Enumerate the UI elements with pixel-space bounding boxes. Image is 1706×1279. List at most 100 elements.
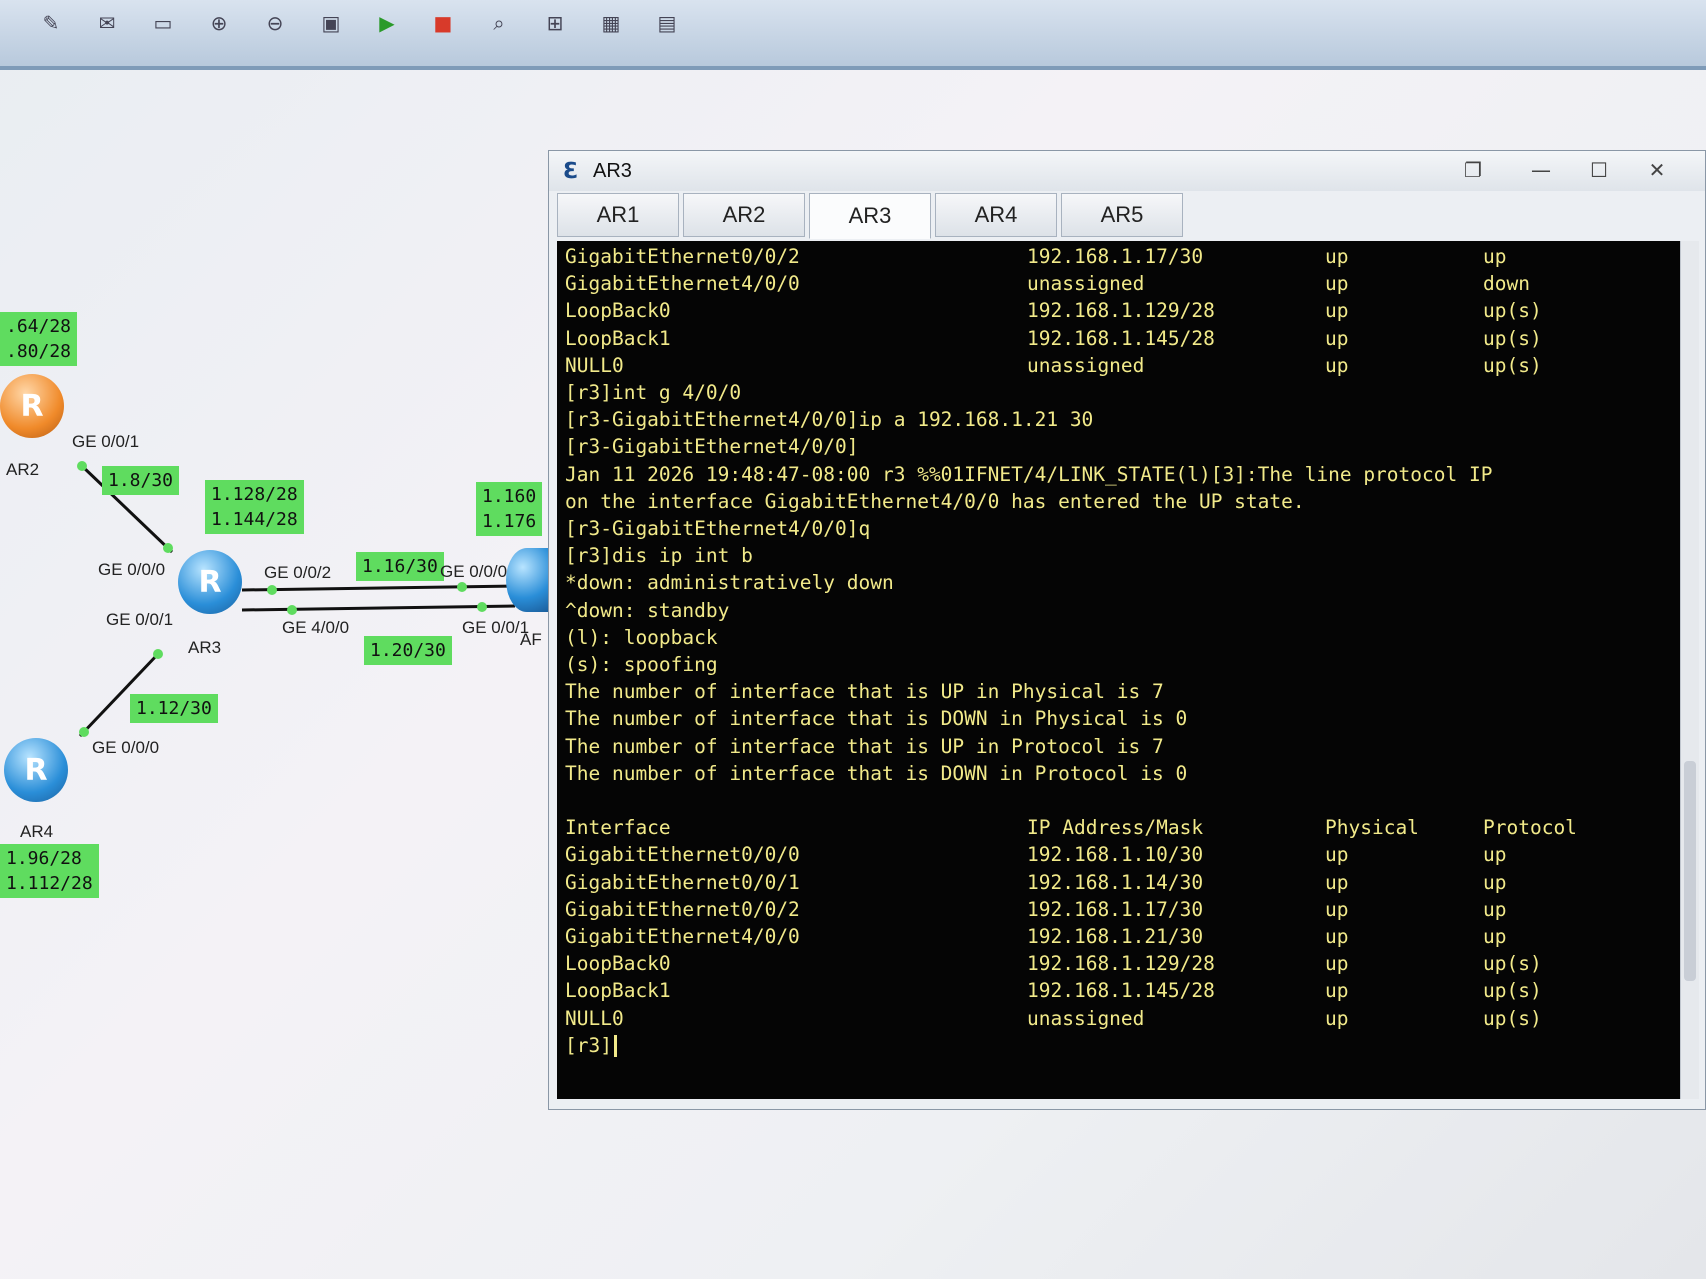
table-cell: GigabitEthernet0/0/2 <box>565 897 800 921</box>
table-cell: up <box>1325 353 1349 377</box>
tab-ar3[interactable]: AR3 <box>809 193 931 239</box>
restore-icon[interactable]: ❐ <box>1449 155 1497 185</box>
table-cell: GigabitEthernet4/0/0 <box>565 272 800 296</box>
comment-icon[interactable]: ✉ <box>92 8 122 38</box>
terminal-line: *down: administratively down <box>565 571 894 595</box>
net-label: 1.96/28 <box>6 848 82 869</box>
table-cell: Protocol <box>1483 816 1577 840</box>
scrollbar-thumb[interactable] <box>1684 761 1696 981</box>
ar3-loopback-nets: 1.128/28 1.144/28 <box>205 480 304 534</box>
router-ar2-label: AR2 <box>6 460 40 479</box>
net-label: 1.176 <box>482 511 537 532</box>
router-ar3-label: AR3 <box>188 638 222 657</box>
table-cell: NULL0 <box>565 353 624 377</box>
table-cell: 192.168.1.17/30 <box>1027 245 1204 268</box>
table-cell: up <box>1483 245 1507 268</box>
topology-canvas[interactable]: .64/28 .80/28 R AR2 GE 0/0/1 1.8/30 1.12… <box>0 74 560 1279</box>
table-cell: IP Address/Mask <box>1027 816 1204 840</box>
net-label: 1.128/28 <box>211 484 298 505</box>
tab-ar1[interactable]: AR1 <box>557 193 679 237</box>
table-cell: unassigned <box>1027 272 1145 296</box>
port-label: GE 0/0/2 <box>264 563 332 582</box>
terminal-line: [r3]int g 4/0/0 <box>565 381 742 404</box>
console-icon[interactable]: ▤ <box>652 8 682 38</box>
router-ar5-label: AF <box>520 630 542 649</box>
table-cell: up <box>1483 925 1507 948</box>
table-cell: LoopBack1 <box>565 979 671 1003</box>
table-cell: up(s) <box>1483 299 1542 323</box>
rectangle-icon[interactable]: ▭ <box>148 8 178 38</box>
table-cell: up <box>1483 843 1507 867</box>
table-cell: up <box>1325 245 1349 268</box>
console-app-icon: ℇ <box>563 159 577 184</box>
table-cell: up <box>1483 897 1507 921</box>
terminal-scrollbar[interactable] <box>1680 241 1699 1099</box>
close-icon[interactable]: ✕ <box>1633 155 1681 185</box>
start-icon[interactable]: ▶ <box>372 8 402 38</box>
main-toolbar: ✎ ✉ ▭ ⊕ ⊖ ▣ ▶ ■ ⌕ ⊞ ▦ ▤ <box>0 0 1706 70</box>
text-cursor <box>613 1035 617 1058</box>
router-ar5-icon[interactable] <box>506 548 548 612</box>
topology-icon[interactable]: ⊞ <box>540 8 570 38</box>
table-cell: up <box>1325 870 1349 894</box>
console-tabs: AR1 AR2 AR3 AR4 AR5 <box>557 193 1705 239</box>
tab-ar2[interactable]: AR2 <box>683 193 805 237</box>
zoom-in-icon[interactable]: ⊕ <box>204 8 234 38</box>
table-cell: 192.168.1.17/30 <box>1027 897 1204 921</box>
table-cell: 192.168.1.145/28 <box>1027 326 1215 350</box>
terminal-line: (s): spoofing <box>565 653 718 676</box>
router-ar4-icon[interactable]: R <box>4 738 68 802</box>
table-cell: GigabitEthernet0/0/1 <box>565 870 800 894</box>
table-cell: GigabitEthernet0/0/0 <box>565 843 800 867</box>
table-cell: up <box>1325 843 1349 867</box>
link-net-label: 1.12/30 <box>130 694 218 723</box>
router-ar2-icon[interactable]: R <box>0 374 64 438</box>
table-cell: 192.168.1.129/28 <box>1027 952 1215 976</box>
topology-links <box>77 461 516 738</box>
table-cell: up <box>1325 952 1349 976</box>
minimize-icon[interactable]: — <box>1517 155 1565 185</box>
terminal-line: [r3-GigabitEthernet4/0/0] <box>565 435 859 459</box>
table-cell: up(s) <box>1483 353 1542 377</box>
maximize-icon[interactable]: ☐ <box>1575 155 1623 185</box>
table-cell: unassigned <box>1027 353 1145 377</box>
tab-ar4[interactable]: AR4 <box>935 193 1057 237</box>
table-cell: up(s) <box>1483 952 1542 976</box>
port-label: GE 0/0/1 <box>106 610 174 629</box>
console-titlebar[interactable]: ℇ AR3 ❐ — ☐ ✕ <box>549 151 1705 191</box>
terminal-line: on the interface GigabitEthernet4/0/0 ha… <box>565 489 1305 513</box>
stop-icon[interactable]: ■ <box>428 8 458 38</box>
table-cell: 192.168.1.10/30 <box>1027 843 1204 867</box>
ar2-loopback-nets: .64/28 .80/28 <box>0 312 78 366</box>
fit-icon[interactable]: ▣ <box>316 8 346 38</box>
table-cell: Interface <box>565 816 671 840</box>
zoom-out-icon[interactable]: ⊖ <box>260 8 290 38</box>
table-cell: up <box>1325 326 1349 350</box>
delete-icon[interactable]: ✎ <box>36 8 66 38</box>
net-label: 1.144/28 <box>211 509 298 530</box>
terminal-line: [r3]dis ip int b <box>565 544 753 568</box>
capture-icon[interactable]: ⌕ <box>484 8 514 38</box>
table-cell: LoopBack1 <box>565 326 671 350</box>
table-cell: 192.168.1.14/30 <box>1027 870 1204 894</box>
table-cell: down <box>1483 272 1530 296</box>
tab-ar5[interactable]: AR5 <box>1061 193 1183 237</box>
grid-icon[interactable]: ▦ <box>596 8 626 38</box>
table-cell: LoopBack0 <box>565 299 671 323</box>
table-cell: up <box>1325 897 1349 921</box>
ar4-loopback-nets: 1.96/28 1.112/28 <box>0 844 99 898</box>
table-cell: 192.168.1.21/30 <box>1027 925 1204 948</box>
table-cell: up <box>1325 979 1349 1003</box>
router-ar4-label: AR4 <box>20 822 54 841</box>
port-label: GE 0/0/0 <box>92 738 160 757</box>
ar5-loopback-nets: 1.160 1.176 <box>476 482 543 536</box>
table-cell: Physical <box>1325 816 1419 840</box>
port-label: GE 0/0/0 <box>440 562 508 581</box>
terminal-output[interactable]: GigabitEthernet0/0/2 192.168.1.17/30 up up G… <box>557 241 1681 1099</box>
table-cell: 192.168.1.145/28 <box>1027 979 1215 1003</box>
router-ar3-icon[interactable]: R <box>178 550 242 614</box>
terminal-line: ^down: standby <box>565 598 730 622</box>
terminal-line: [r3-GigabitEthernet4/0/0]q <box>565 517 871 540</box>
port-label: GE 4/0/0 <box>282 618 350 637</box>
terminal-line: The number of interface that is DOWN in … <box>565 707 1188 731</box>
